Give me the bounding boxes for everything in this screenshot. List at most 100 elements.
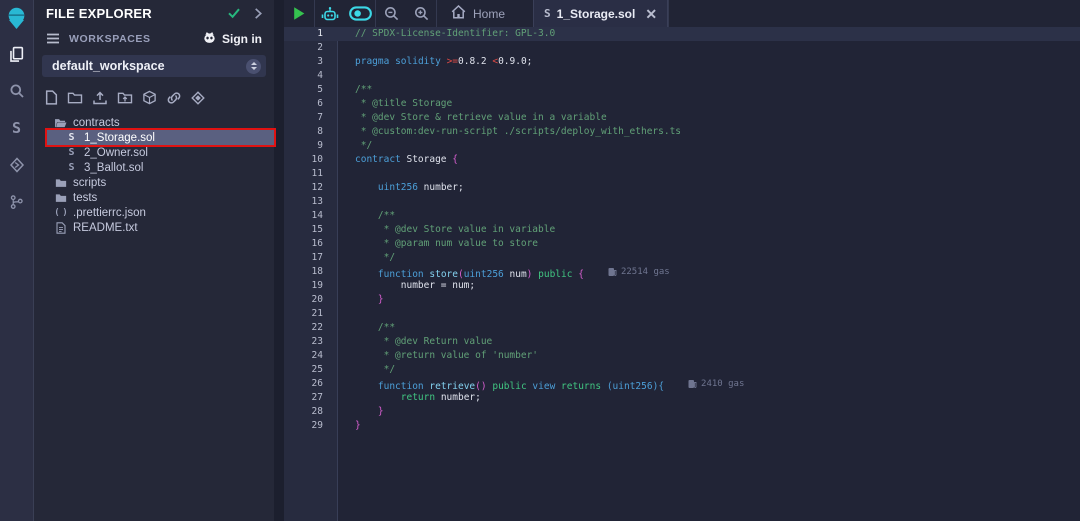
remix-logo-icon[interactable]: [5, 5, 29, 31]
editor-area: Home S 1_Storage.sol ✕ 1// SPDX-License-…: [284, 0, 1080, 521]
zoom-in-icon[interactable]: [406, 0, 436, 27]
tree-item[interactable]: README.txt: [47, 220, 274, 235]
sign-in-button[interactable]: Sign in: [202, 31, 262, 47]
line-number: 19: [284, 279, 338, 293]
solidity-icon: S: [65, 162, 78, 173]
code-line-text: /**: [338, 321, 1080, 335]
diamond-icon[interactable]: [191, 91, 205, 105]
select-caret-icon: [246, 59, 261, 74]
code-line-text: * @dev Store & retrieve value in a varia…: [338, 111, 1080, 125]
github-icon: [202, 31, 217, 47]
code-line-text: * @return value of 'number': [338, 349, 1080, 363]
code-line-text: }: [338, 293, 1080, 307]
tree-item-label: 2_Owner.sol: [84, 147, 148, 159]
code-line-text: */: [338, 251, 1080, 265]
code-line: 25 */: [284, 363, 1080, 377]
active-tab-label: 1_Storage.sol: [557, 7, 636, 21]
tree-item[interactable]: scripts: [47, 175, 274, 190]
folder-icon: [54, 178, 67, 188]
remix-ai-icon[interactable]: [315, 0, 345, 27]
line-number: 12: [284, 181, 338, 195]
new-file-icon[interactable]: [45, 90, 58, 105]
code-line: 6 * @title Storage: [284, 97, 1080, 111]
git-icon[interactable]: [6, 191, 28, 213]
workspaces-menu-icon[interactable]: [46, 33, 60, 44]
upload-folder-icon[interactable]: [117, 91, 133, 105]
code-line: 13: [284, 195, 1080, 209]
code-line: 23 * @dev Return value: [284, 335, 1080, 349]
copilot-toggle[interactable]: [345, 0, 375, 27]
new-folder-icon[interactable]: [67, 91, 83, 105]
line-number: 20: [284, 293, 338, 307]
code-line: 3pragma solidity >=0.8.2 <0.9.0;: [284, 55, 1080, 69]
solidity-icon: S: [65, 147, 78, 158]
code-line-text: /**: [338, 83, 1080, 97]
deploy-run-icon[interactable]: [6, 154, 28, 176]
workspace-select[interactable]: default_workspace: [42, 55, 266, 77]
tree-item[interactable]: tests: [47, 190, 274, 205]
code-line: 26 function retrieve() public view retur…: [284, 377, 1080, 391]
code-line: 11: [284, 167, 1080, 181]
code-line: 18 function store(uint256 num) public {2…: [284, 265, 1080, 279]
code-line: 9 */: [284, 139, 1080, 153]
code-line-text: function store(uint256 num) public {2251…: [338, 265, 1080, 279]
sign-in-label: Sign in: [222, 32, 262, 46]
cube-icon[interactable]: [142, 90, 157, 105]
run-script-button[interactable]: [284, 0, 314, 27]
tree-item[interactable]: ( ).prettierrc.json: [47, 205, 274, 220]
tree-item[interactable]: S3_Ballot.sol: [47, 160, 274, 175]
search-icon[interactable]: [6, 80, 28, 102]
code-line-text: number = num;: [338, 279, 1080, 293]
check-icon[interactable]: [227, 7, 241, 19]
file-explorer-icon[interactable]: [6, 43, 28, 65]
code-line: 21: [284, 307, 1080, 321]
line-number: 10: [284, 153, 338, 167]
line-number: 6: [284, 97, 338, 111]
tree-item[interactable]: contracts: [47, 115, 274, 130]
solidity-icon: S: [65, 132, 78, 143]
file-explorer-panel: FILE EXPLORER WORKSPACES Sign in default…: [34, 0, 274, 521]
line-number: 11: [284, 167, 338, 181]
code-line: 28 }: [284, 405, 1080, 419]
folder-open-icon: [54, 118, 67, 128]
code-line-text: // SPDX-License-Identifier: GPL-3.0: [338, 27, 1080, 41]
code-line: 1// SPDX-License-Identifier: GPL-3.0: [284, 27, 1080, 41]
code-line-text: }: [338, 419, 1080, 433]
link-icon[interactable]: [166, 91, 182, 105]
code-line-text: */: [338, 139, 1080, 153]
line-number: 2: [284, 41, 338, 55]
line-number: 9: [284, 139, 338, 153]
line-number: 22: [284, 321, 338, 335]
separator: [668, 0, 669, 27]
tree-item-label: 1_Storage.sol: [84, 132, 155, 144]
chevron-right-icon[interactable]: [254, 8, 262, 19]
code-line-text: }: [338, 405, 1080, 419]
line-number: 26: [284, 377, 338, 391]
close-tab-icon[interactable]: ✕: [645, 7, 657, 21]
tree-item-label: README.txt: [73, 222, 138, 234]
code-line-text: * @title Storage: [338, 97, 1080, 111]
code-editor[interactable]: 1// SPDX-License-Identifier: GPL-3.023pr…: [284, 27, 1080, 521]
tree-item[interactable]: S 2_Owner.sol: [47, 145, 274, 160]
line-number: 27: [284, 391, 338, 405]
panel-editor-gap: [274, 0, 284, 521]
tree-item[interactable]: S 1_Storage.sol: [47, 130, 274, 145]
line-number: 24: [284, 349, 338, 363]
tab-1-storage-sol[interactable]: S 1_Storage.sol ✕: [533, 0, 668, 27]
line-number: 23: [284, 335, 338, 349]
code-line: 12 uint256 number;: [284, 181, 1080, 195]
tab-home[interactable]: Home: [437, 0, 533, 27]
line-number: 21: [284, 307, 338, 321]
line-number: 28: [284, 405, 338, 419]
workspaces-row: WORKSPACES Sign in: [34, 26, 274, 51]
code-line-text: * @custom:dev-run-script ./scripts/deplo…: [338, 125, 1080, 139]
line-number: 17: [284, 251, 338, 265]
line-number: 1: [284, 27, 338, 41]
solidity-compiler-icon[interactable]: S: [6, 117, 28, 139]
zoom-out-icon[interactable]: [376, 0, 406, 27]
activity-bar: S: [0, 0, 34, 521]
upload-file-icon[interactable]: [92, 91, 108, 105]
code-line-text: */: [338, 363, 1080, 377]
solidity-file-icon: S: [544, 7, 551, 20]
gas-estimate-badge: 22514 gas: [608, 265, 670, 279]
